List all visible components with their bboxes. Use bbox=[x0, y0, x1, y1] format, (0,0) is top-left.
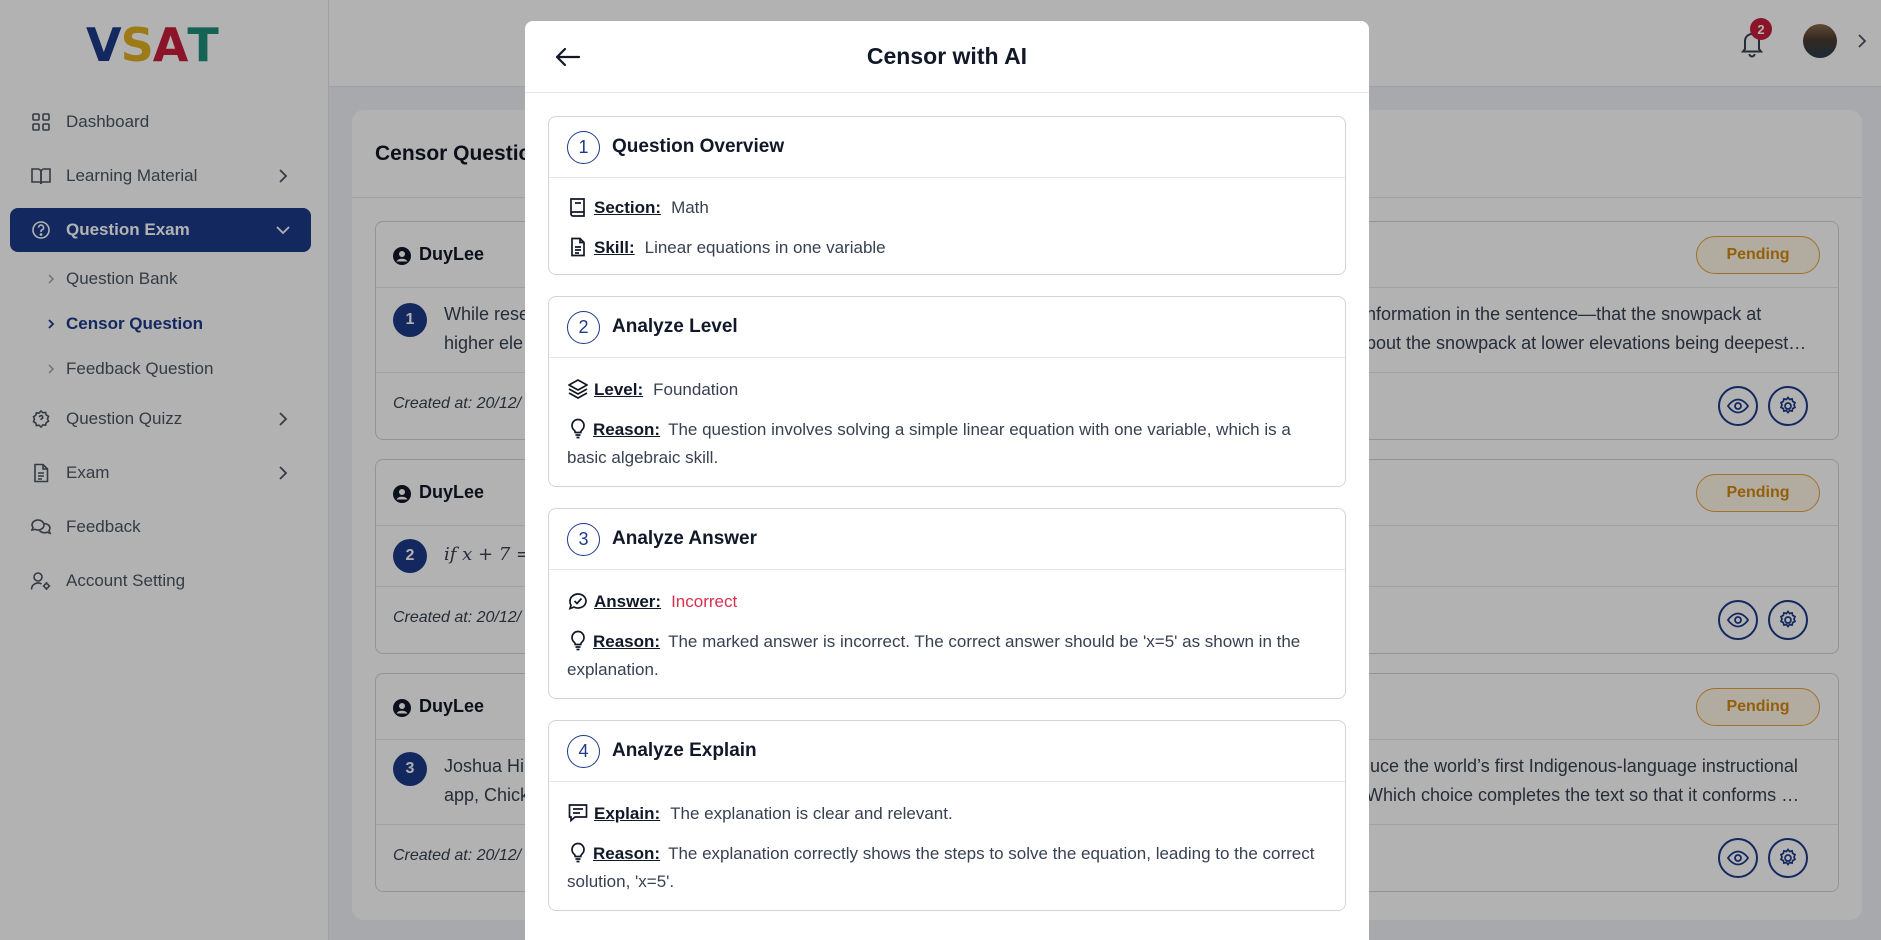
message-icon bbox=[568, 804, 588, 823]
answer-label: Answer: bbox=[594, 592, 662, 611]
modal-title: Censor with AI bbox=[866, 43, 1028, 69]
section-value: Math bbox=[671, 198, 709, 217]
step-analyze-explain: 4 Analyze Explain Explain: The explanati… bbox=[548, 720, 1346, 911]
document-icon bbox=[571, 237, 585, 257]
reason-label: Reason: bbox=[593, 632, 661, 651]
step-question-overview: 1 Question Overview Section: Math Skill:… bbox=[548, 116, 1346, 275]
reason-label: Reason: bbox=[593, 844, 661, 863]
reason-value: The question involves solving a simple l… bbox=[567, 420, 1291, 467]
skill-label: Skill: bbox=[594, 238, 635, 257]
book-icon bbox=[570, 198, 585, 217]
skill-value: Linear equations in one variable bbox=[644, 238, 886, 257]
step-title: Analyze Level bbox=[612, 316, 738, 337]
step-analyze-answer: 3 Analyze Answer Answer: Incorrect Reaso… bbox=[548, 508, 1346, 699]
reason-value: The explanation correctly shows the step… bbox=[567, 844, 1315, 891]
reason-value: The marked answer is incorrect. The corr… bbox=[567, 632, 1301, 679]
step-number: 1 bbox=[567, 131, 600, 164]
level-value: Foundation bbox=[653, 380, 739, 399]
step-title: Analyze Explain bbox=[612, 740, 757, 761]
step-title: Analyze Answer bbox=[612, 528, 758, 549]
reason-label: Reason: bbox=[593, 420, 661, 439]
lightbulb-icon bbox=[571, 630, 585, 651]
lightbulb-icon bbox=[571, 418, 585, 439]
explain-label: Explain: bbox=[594, 804, 661, 823]
modal-body: 1 Question Overview Section: Math Skill:… bbox=[548, 116, 1346, 932]
level-label: Level: bbox=[594, 380, 644, 399]
step-number: 3 bbox=[567, 523, 600, 556]
modal-header: Censor with AI bbox=[525, 21, 1369, 93]
answer-value: Incorrect bbox=[671, 592, 738, 611]
step-title: Question Overview bbox=[612, 136, 785, 157]
step-number: 4 bbox=[567, 735, 600, 768]
step-analyze-level: 2 Analyze Level Level: Foundation Reason… bbox=[548, 296, 1346, 487]
censor-ai-modal: Censor with AI 1 Question Overview Secti… bbox=[525, 21, 1369, 940]
explain-value: The explanation is clear and relevant. bbox=[670, 804, 953, 823]
lightbulb-icon bbox=[571, 842, 585, 863]
step-number: 2 bbox=[567, 311, 600, 344]
section-label: Section: bbox=[594, 198, 662, 217]
chat-check-icon bbox=[568, 593, 587, 610]
layers-icon bbox=[568, 379, 588, 399]
